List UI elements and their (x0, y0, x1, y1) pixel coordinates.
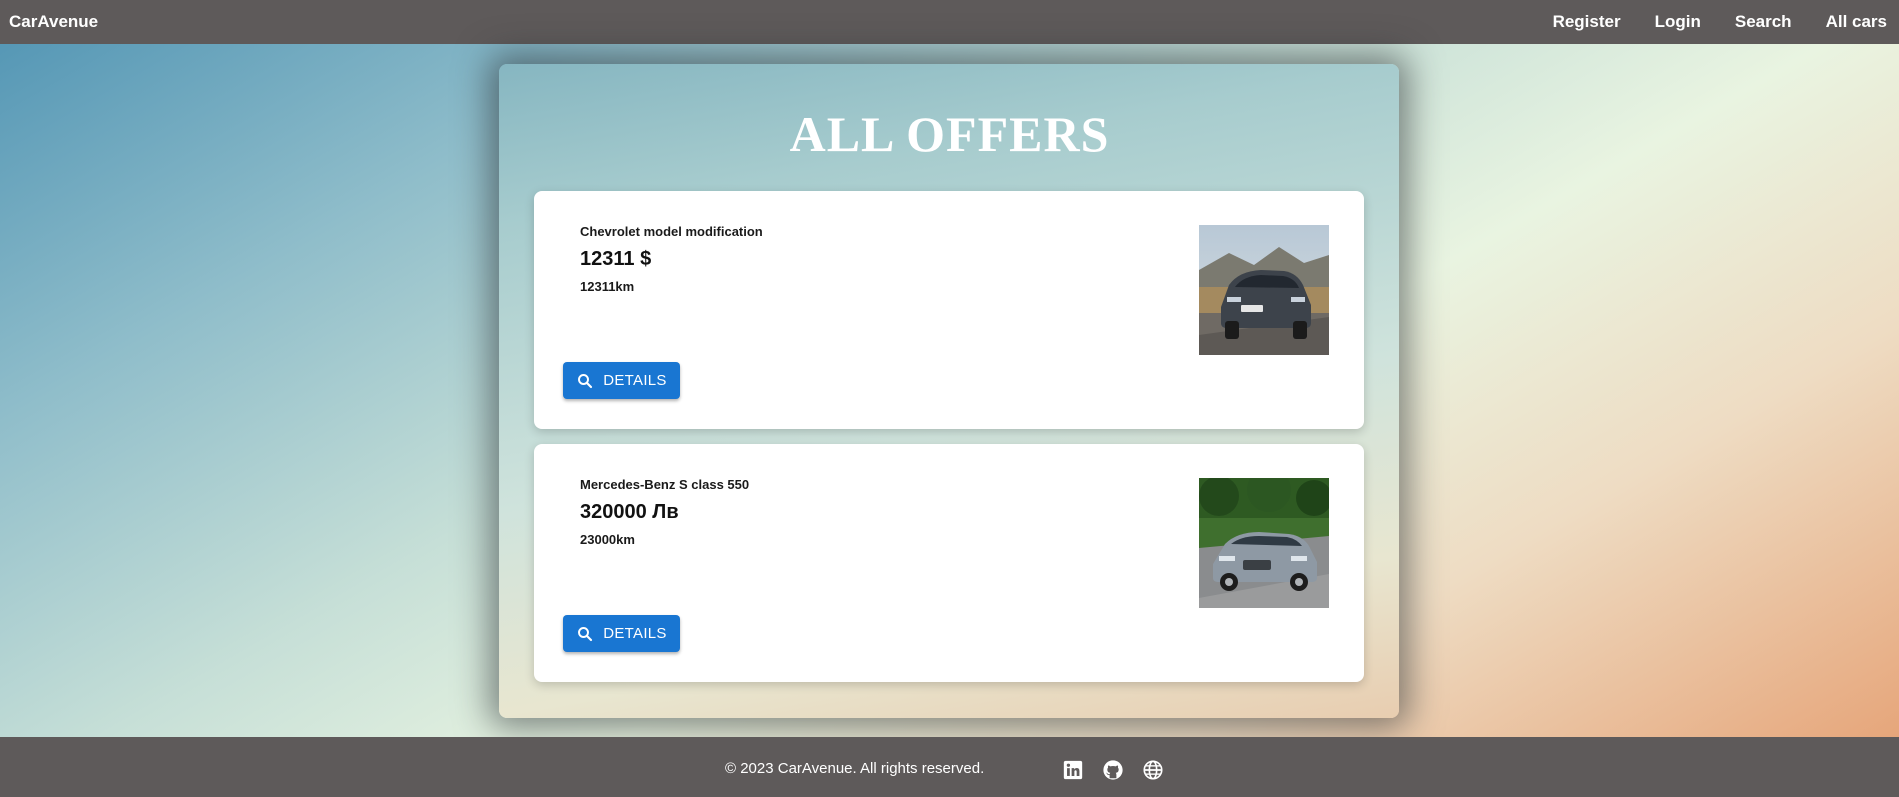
offer-mileage: 23000km (580, 532, 635, 547)
offer-car-image[interactable] (1199, 225, 1329, 355)
nav-search-link[interactable]: Search (1735, 12, 1792, 32)
offer-title: Mercedes-Benz S class 550 (580, 477, 750, 492)
footer: © 2023 CarAvenue. All rights reserved. (0, 737, 1899, 797)
github-icon[interactable] (1102, 759, 1124, 781)
offer-title: Chevrolet model modification (580, 224, 763, 239)
offer-card: Mercedes-Benz S class 550 320000 Лв 2300… (534, 444, 1364, 682)
linkedin-icon[interactable] (1062, 759, 1084, 781)
brand-logo-link[interactable]: CarAvenue (9, 12, 98, 32)
search-icon (576, 372, 594, 390)
offer-card: Chevrolet model modification 12311 $ 123… (534, 191, 1364, 429)
search-icon (576, 625, 594, 643)
nav-login-link[interactable]: Login (1655, 12, 1701, 32)
offer-price: 320000 Лв (580, 501, 679, 523)
nav-links: Register Login Search All cars (1519, 12, 1887, 32)
details-button-label: DETAILS (603, 625, 667, 642)
copyright-text: © 2023 CarAvenue. All rights reserved. (725, 760, 985, 777)
offer-mileage: 12311km (580, 279, 635, 294)
offer-car-image[interactable] (1199, 478, 1329, 608)
offer-price: 12311 $ (580, 248, 652, 270)
top-navbar: CarAvenue Register Login Search All cars (0, 0, 1899, 44)
details-button[interactable]: DETAILS (563, 362, 680, 399)
nav-all-cars-link[interactable]: All cars (1826, 12, 1887, 32)
nav-register-link[interactable]: Register (1553, 12, 1621, 32)
details-button[interactable]: DETAILS (563, 615, 680, 652)
globe-icon[interactable] (1142, 759, 1164, 781)
page-title: ALL OFFERS (789, 106, 1110, 162)
details-button-label: DETAILS (603, 372, 667, 389)
